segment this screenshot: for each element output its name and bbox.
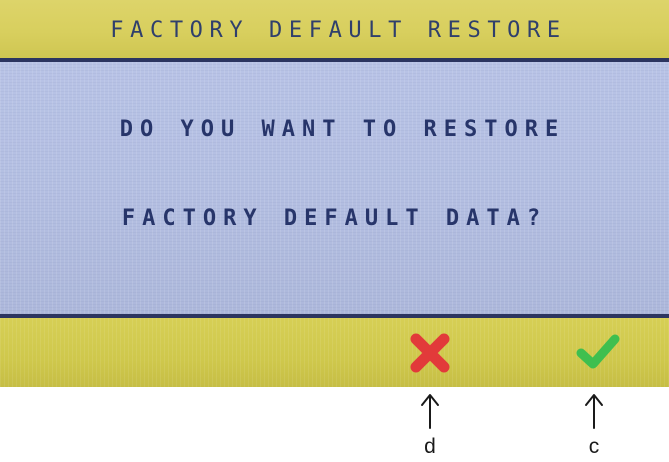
message-line-2: FACTORY DEFAULT DATA? [121, 206, 548, 231]
screen-title: FACTORY DEFAULT RESTORE [110, 17, 567, 43]
message-line-1: DO YOU WANT TO RESTORE [119, 117, 566, 142]
cross-icon [408, 331, 452, 375]
cancel-button[interactable] [380, 318, 480, 387]
title-bar: FACTORY DEFAULT RESTORE [0, 0, 669, 58]
annotation-label-c: c [588, 435, 600, 458]
annotation-d: d [410, 392, 450, 458]
confirm-button[interactable] [548, 318, 648, 387]
checkmark-icon [575, 333, 621, 373]
up-arrow-icon [584, 392, 604, 430]
message-area: DO YOU WANT TO RESTORE FACTORY DEFAULT D… [0, 62, 669, 314]
annotation-c: c [574, 392, 614, 458]
device-screen: FACTORY DEFAULT RESTORE DO YOU WANT TO R… [0, 0, 669, 387]
annotation-label-d: d [424, 435, 436, 458]
up-arrow-icon [420, 392, 440, 430]
button-bar [0, 318, 669, 387]
